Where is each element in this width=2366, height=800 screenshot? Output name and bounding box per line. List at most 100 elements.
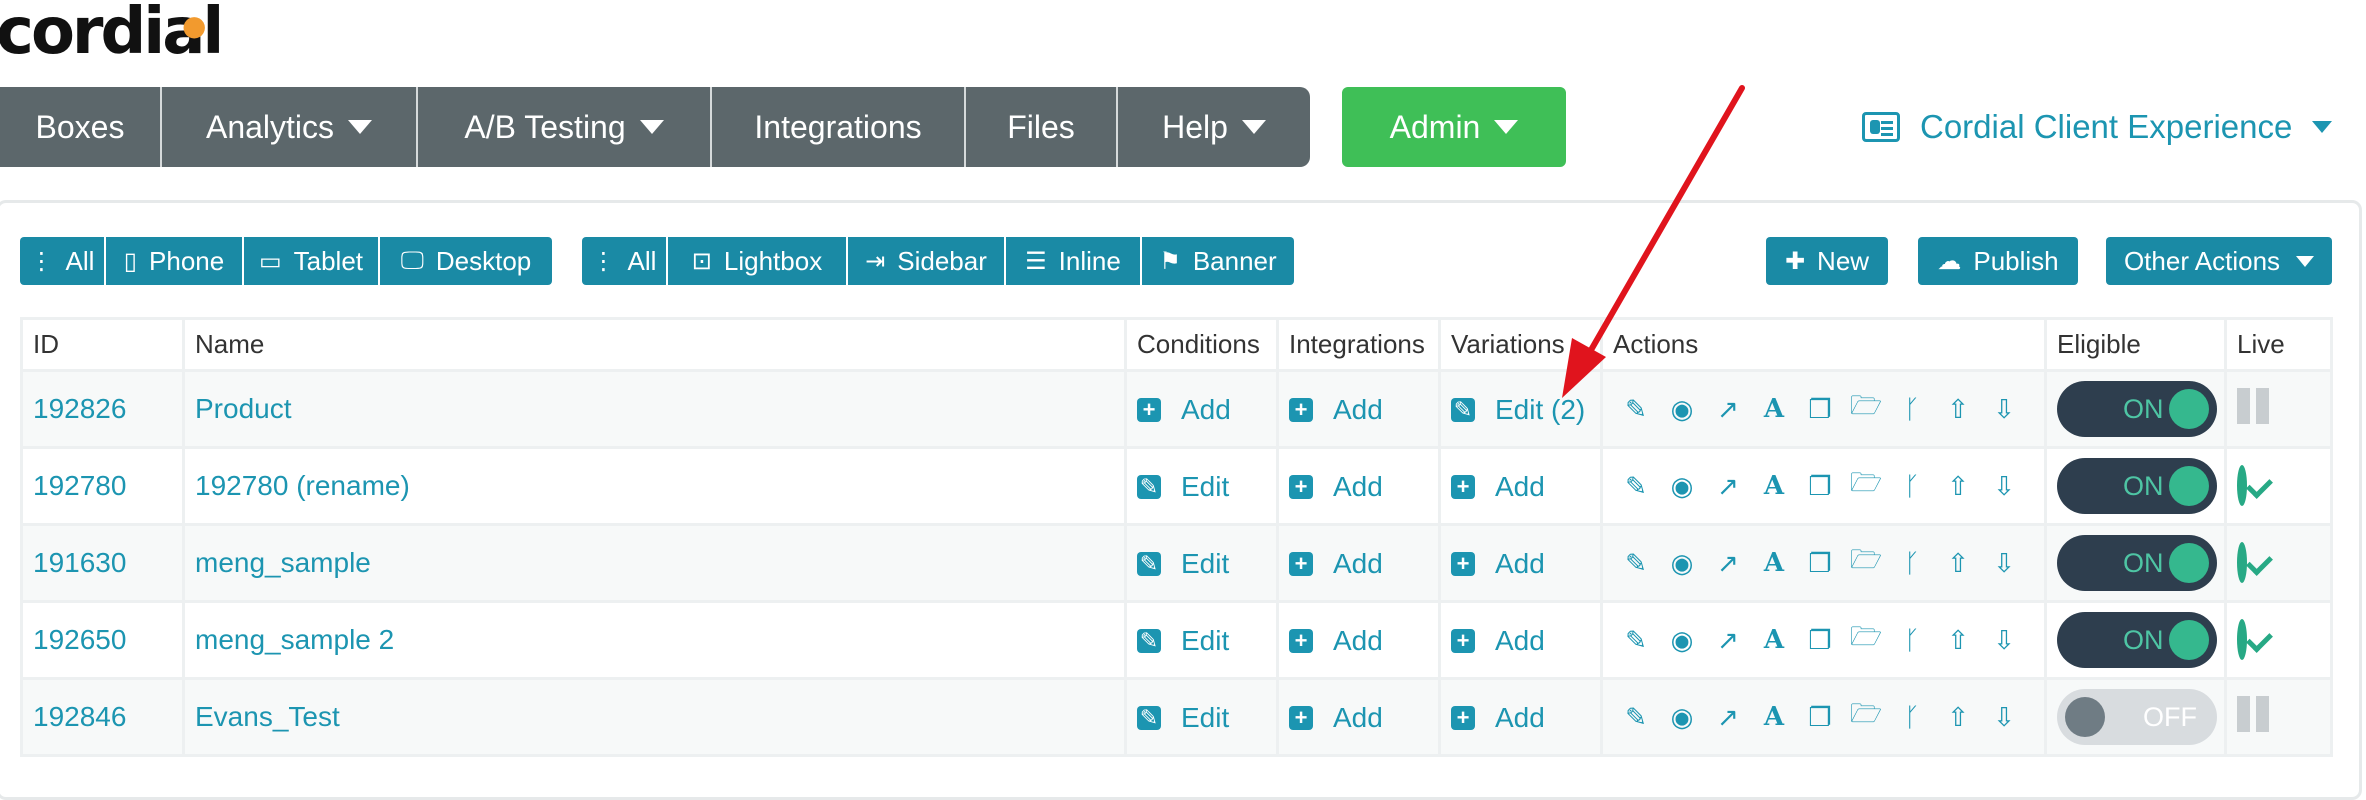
external-link-icon[interactable]: ↗: [1705, 548, 1751, 579]
font-icon[interactable]: A: [1751, 394, 1797, 424]
conditions-edit-link[interactable]: ✎ Edit: [1137, 625, 1229, 657]
eligible-toggle[interactable]: ON: [2057, 612, 2217, 668]
conditions-edit-link[interactable]: ✎ Edit: [1137, 702, 1229, 734]
integrations-add-link[interactable]: + Add: [1289, 394, 1383, 426]
code-branch-icon[interactable]: ᚴ: [1889, 702, 1935, 733]
admin-button[interactable]: Admin: [1342, 87, 1566, 167]
nav-integrations[interactable]: Integrations: [712, 87, 966, 167]
arrow-up-circle-icon[interactable]: ⇧: [1935, 702, 1981, 733]
edit-icon[interactable]: ✎: [1613, 702, 1659, 733]
col-id-header[interactable]: ID: [20, 317, 185, 372]
conditions-add-link[interactable]: + Add: [1137, 394, 1231, 426]
eye-icon[interactable]: ◉: [1659, 548, 1705, 579]
arrow-down-circle-icon[interactable]: ⇩: [1981, 702, 2027, 733]
pause-icon[interactable]: [2237, 387, 2269, 424]
folder-open-icon[interactable]: 🗁: [1843, 387, 1889, 431]
nav-boxes[interactable]: Boxes: [0, 87, 162, 167]
eligible-toggle[interactable]: ON: [2057, 381, 2217, 437]
font-icon[interactable]: A: [1751, 471, 1797, 501]
code-branch-icon[interactable]: ᚴ: [1889, 548, 1935, 579]
arrow-down-circle-icon[interactable]: ⇩: [1981, 394, 2027, 425]
arrow-down-circle-icon[interactable]: ⇩: [1981, 471, 2027, 502]
new-button[interactable]: ✚ New: [1766, 237, 1888, 285]
row-name-link[interactable]: Evans_Test: [195, 701, 340, 732]
external-link-icon[interactable]: ↗: [1705, 625, 1751, 656]
variations-add-link[interactable]: + Add: [1451, 625, 1545, 657]
eye-icon[interactable]: ◉: [1659, 471, 1705, 502]
copy-icon[interactable]: ❐: [1797, 702, 1843, 733]
publish-button[interactable]: ☁ Publish: [1918, 237, 2078, 285]
arrow-up-circle-icon[interactable]: ⇧: [1935, 394, 1981, 425]
row-id-link[interactable]: 192650: [33, 624, 126, 655]
row-id-link[interactable]: 192780: [33, 470, 126, 501]
copy-icon[interactable]: ❐: [1797, 394, 1843, 425]
nav-ab-testing[interactable]: A/B Testing: [418, 87, 712, 167]
arrow-down-circle-icon[interactable]: ⇩: [1981, 548, 2027, 579]
integrations-add-link[interactable]: + Add: [1289, 702, 1383, 734]
filter-phone[interactable]: ▯ Phone: [106, 237, 244, 285]
variations-edit-link[interactable]: ✎ Edit (2): [1451, 394, 1585, 426]
eye-icon[interactable]: ◉: [1659, 394, 1705, 425]
conditions-edit-link[interactable]: ✎ Edit: [1137, 548, 1229, 580]
eligible-toggle[interactable]: OFF: [2057, 689, 2217, 745]
arrow-up-circle-icon[interactable]: ⇧: [1935, 548, 1981, 579]
filter-desktop[interactable]: 🖵 Desktop: [380, 237, 552, 285]
link-label: Add: [1495, 625, 1545, 656]
eligible-toggle[interactable]: ON: [2057, 535, 2217, 591]
variations-add-link[interactable]: + Add: [1451, 471, 1545, 503]
arrow-up-circle-icon[interactable]: ⇧: [1935, 625, 1981, 656]
filter-lightbox[interactable]: ⊡ Lightbox: [668, 237, 848, 285]
filter-type-all[interactable]: ⋮ All: [582, 237, 668, 285]
code-branch-icon[interactable]: ᚴ: [1889, 394, 1935, 425]
row-name-link[interactable]: meng_sample 2: [195, 624, 394, 655]
row-id-link[interactable]: 192826: [33, 393, 126, 424]
row-id-link[interactable]: 191630: [33, 547, 126, 578]
variations-add-link[interactable]: + Add: [1451, 548, 1545, 580]
code-branch-icon[interactable]: ᚴ: [1889, 625, 1935, 656]
edit-icon[interactable]: ✎: [1613, 548, 1659, 579]
edit-icon[interactable]: ✎: [1613, 471, 1659, 502]
external-link-icon[interactable]: ↗: [1705, 394, 1751, 425]
filter-banner[interactable]: ⚑ Banner: [1142, 237, 1294, 285]
eye-icon[interactable]: ◉: [1659, 702, 1705, 733]
row-name-link[interactable]: meng_sample: [195, 547, 371, 578]
integrations-add-link[interactable]: + Add: [1289, 471, 1383, 503]
folder-open-icon[interactable]: 🗁: [1843, 618, 1889, 662]
filter-sidebar[interactable]: ⇥ Sidebar: [848, 237, 1006, 285]
font-icon[interactable]: A: [1751, 548, 1797, 578]
filter-device-all[interactable]: ⋮ All: [20, 237, 106, 285]
integrations-add-link[interactable]: + Add: [1289, 625, 1383, 657]
variations-add-link[interactable]: + Add: [1451, 702, 1545, 734]
folder-open-icon[interactable]: 🗁: [1843, 695, 1889, 739]
col-name-header[interactable]: Name: [182, 317, 1127, 372]
external-link-icon[interactable]: ↗: [1705, 471, 1751, 502]
arrow-down-circle-icon[interactable]: ⇩: [1981, 625, 2027, 656]
edit-icon[interactable]: ✎: [1613, 394, 1659, 425]
nav-help[interactable]: Help: [1118, 87, 1310, 167]
folder-open-icon[interactable]: 🗁: [1843, 541, 1889, 585]
copy-icon[interactable]: ❐: [1797, 548, 1843, 579]
font-icon[interactable]: A: [1751, 702, 1797, 732]
nav-analytics[interactable]: Analytics: [162, 87, 418, 167]
folder-open-icon[interactable]: 🗁: [1843, 464, 1889, 508]
nav-files[interactable]: Files: [966, 87, 1118, 167]
copy-icon[interactable]: ❐: [1797, 625, 1843, 656]
pause-icon[interactable]: [2237, 695, 2269, 732]
conditions-edit-link[interactable]: ✎ Edit: [1137, 471, 1229, 503]
row-id-link[interactable]: 192846: [33, 701, 126, 732]
eligible-toggle[interactable]: ON: [2057, 458, 2217, 514]
filter-inline[interactable]: ☰ Inline: [1006, 237, 1142, 285]
copy-icon[interactable]: ❐: [1797, 471, 1843, 502]
filter-tablet[interactable]: ▭ Tablet: [244, 237, 380, 285]
client-switcher[interactable]: Cordial Client Experience: [1862, 108, 2333, 146]
other-actions-button[interactable]: Other Actions: [2106, 237, 2332, 285]
edit-icon[interactable]: ✎: [1613, 625, 1659, 656]
eye-icon[interactable]: ◉: [1659, 625, 1705, 656]
row-name-link[interactable]: Product: [195, 393, 292, 424]
code-branch-icon[interactable]: ᚴ: [1889, 471, 1935, 502]
arrow-up-circle-icon[interactable]: ⇧: [1935, 471, 1981, 502]
integrations-add-link[interactable]: + Add: [1289, 548, 1383, 580]
row-name-link[interactable]: 192780 (rename): [195, 470, 410, 501]
external-link-icon[interactable]: ↗: [1705, 702, 1751, 733]
font-icon[interactable]: A: [1751, 625, 1797, 655]
